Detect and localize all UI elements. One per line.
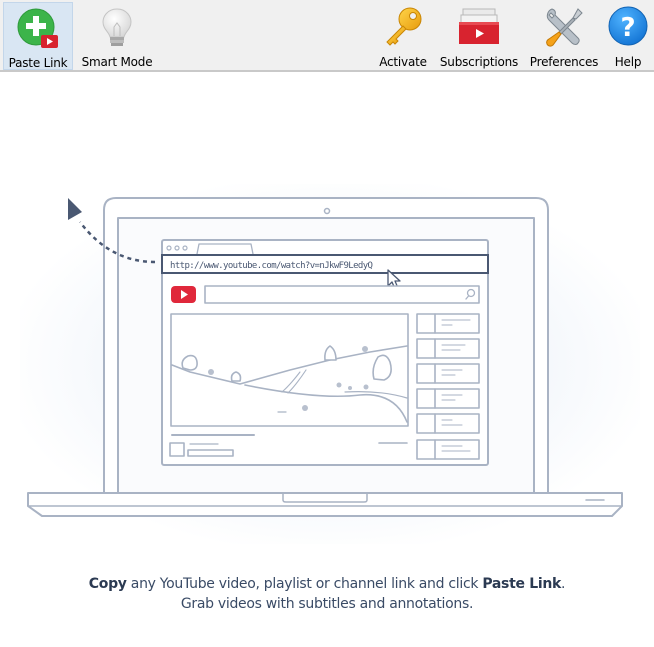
search-box (204, 285, 480, 304)
tools-icon (542, 5, 586, 49)
empty-state-caption: Copy any YouTube video, playlist or chan… (0, 574, 654, 614)
laptop-illustration: http://www.youtube.com/watch?v=nJkwF9Led… (27, 197, 623, 517)
help-icon: ? (606, 5, 650, 49)
arrow-head-icon (68, 198, 82, 220)
plus-youtube-icon (16, 6, 60, 50)
caption-bold-copy: Copy (88, 576, 127, 592)
caption-bold-paste-link: Paste Link (482, 576, 562, 592)
subscriptions-label: Subscriptions (439, 55, 519, 69)
caption-text: any YouTube video, playlist or channel l… (126, 576, 483, 592)
subscriptions-button[interactable]: Subscriptions (438, 2, 520, 70)
smart-mode-label: Smart Mode (81, 55, 153, 69)
empty-state-illustration-area: http://www.youtube.com/watch?v=nJkwF9Led… (0, 74, 654, 647)
key-icon (381, 5, 425, 49)
caption-period: . (561, 576, 566, 592)
svg-text:?: ? (620, 13, 635, 43)
activate-label: Activate (379, 55, 427, 69)
paste-link-button[interactable]: Paste Link (3, 2, 73, 70)
caption-line-1: Copy any YouTube video, playlist or chan… (0, 574, 654, 594)
preferences-label: Preferences (529, 55, 599, 69)
preferences-button[interactable]: Preferences (528, 2, 600, 70)
help-button[interactable]: ? Help (606, 2, 650, 70)
help-label: Help (614, 55, 642, 69)
laptop-base (27, 492, 623, 517)
address-bar-url: http://www.youtube.com/watch?v=nJkwF9Led… (170, 261, 373, 271)
toolbar: Paste Link Smart Mode Activate Subscript… (0, 0, 654, 72)
paste-link-label: Paste Link (8, 56, 68, 70)
smart-mode-button[interactable]: Smart Mode (80, 2, 154, 70)
caption-line-2: Grab videos with subtitles and annotatio… (180, 596, 474, 612)
lightbulb-icon (95, 5, 139, 49)
activate-button[interactable]: Activate (376, 2, 430, 70)
subscriptions-icon (457, 5, 501, 49)
